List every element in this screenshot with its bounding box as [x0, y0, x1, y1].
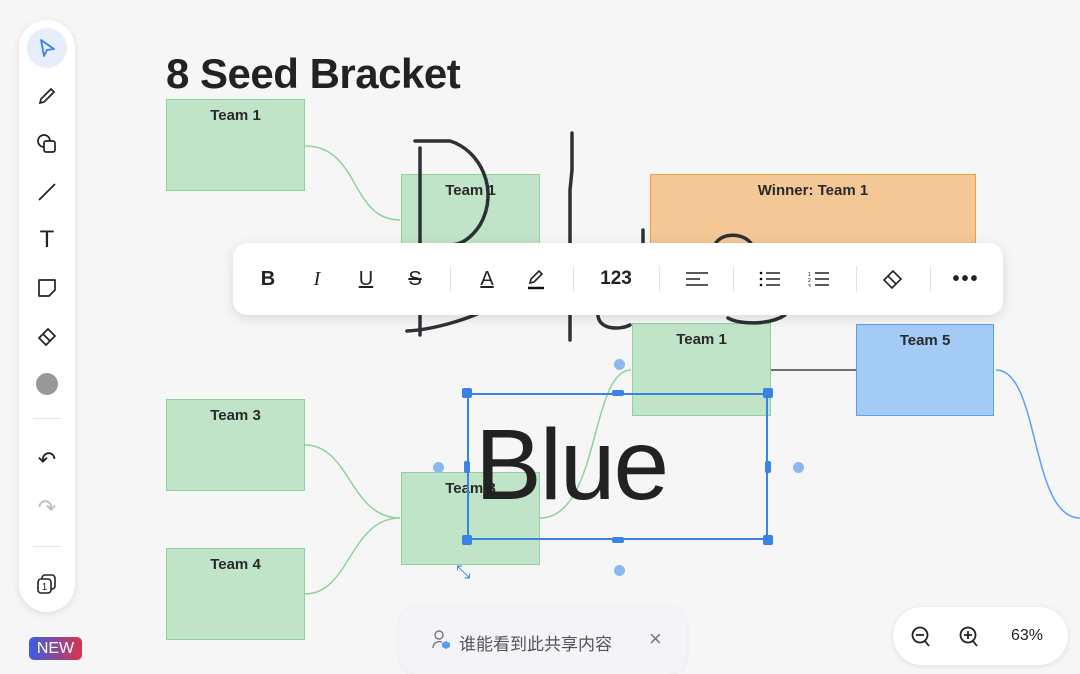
resize-handle[interactable] [765, 461, 771, 473]
select-icon[interactable] [27, 28, 67, 68]
align-left-icon[interactable] [679, 261, 715, 297]
pages-icon[interactable]: 1 [27, 564, 67, 604]
color-icon[interactable] [27, 364, 67, 404]
bold-button[interactable]: B [250, 261, 286, 297]
eraser-icon[interactable] [27, 316, 67, 356]
resize-handle[interactable] [763, 388, 773, 398]
svg-text:3: 3 [808, 284, 811, 287]
resize-handle[interactable] [462, 535, 472, 545]
highlighter-icon[interactable] [518, 261, 554, 297]
handwriting-strokes [405, 131, 787, 342]
resize-handle[interactable] [612, 537, 624, 543]
connection-point[interactable] [614, 359, 625, 370]
connection-point[interactable] [433, 462, 444, 473]
strikethrough-button[interactable]: S [397, 261, 433, 297]
pencil-icon[interactable] [27, 76, 67, 116]
number-format-button[interactable]: 123 [595, 261, 637, 297]
share-banner: 谁能看到此共享内容 × [399, 606, 687, 674]
user-visibility-icon [431, 629, 453, 656]
zoom-control: 63% [893, 607, 1068, 665]
text-icon[interactable]: T [27, 220, 67, 260]
rotate-icon[interactable]: ⤡ [456, 562, 470, 583]
svg-text:1: 1 [42, 582, 48, 593]
zoom-level[interactable]: 63% [1011, 627, 1043, 645]
text-format-toolbar: B I U S A 123 123 ••• [233, 243, 1003, 315]
zoom-out-icon[interactable] [910, 625, 932, 654]
more-icon[interactable]: ••• [948, 261, 984, 297]
undo-icon[interactable]: ↶ [27, 440, 67, 480]
resize-handle[interactable] [612, 390, 624, 396]
connection-point[interactable] [614, 565, 625, 576]
line-icon[interactable] [27, 172, 67, 212]
clear-format-icon[interactable] [875, 261, 911, 297]
new-badge: NEW [29, 637, 82, 660]
close-icon[interactable]: × [649, 626, 662, 652]
bullet-list-icon[interactable] [752, 261, 788, 297]
underline-button[interactable]: U [348, 261, 384, 297]
selection-box[interactable]: Blue [467, 393, 768, 540]
redo-icon[interactable]: ↷ [27, 488, 67, 528]
font-color-button[interactable]: A [469, 261, 505, 297]
text-element[interactable]: Blue [475, 405, 669, 525]
shapes-icon[interactable] [27, 124, 67, 164]
sticky-note-icon[interactable] [27, 268, 67, 308]
left-toolbar: T ↶ ↷ 1 [19, 20, 75, 612]
share-banner-text: 谁能看到此共享内容 [459, 635, 612, 654]
italic-button[interactable]: I [299, 261, 335, 297]
connection-point[interactable] [793, 462, 804, 473]
resize-handle[interactable] [763, 535, 773, 545]
resize-handle[interactable] [464, 461, 470, 473]
numbered-list-icon[interactable]: 123 [801, 261, 837, 297]
zoom-in-icon[interactable] [958, 625, 980, 654]
resize-handle[interactable] [462, 388, 472, 398]
